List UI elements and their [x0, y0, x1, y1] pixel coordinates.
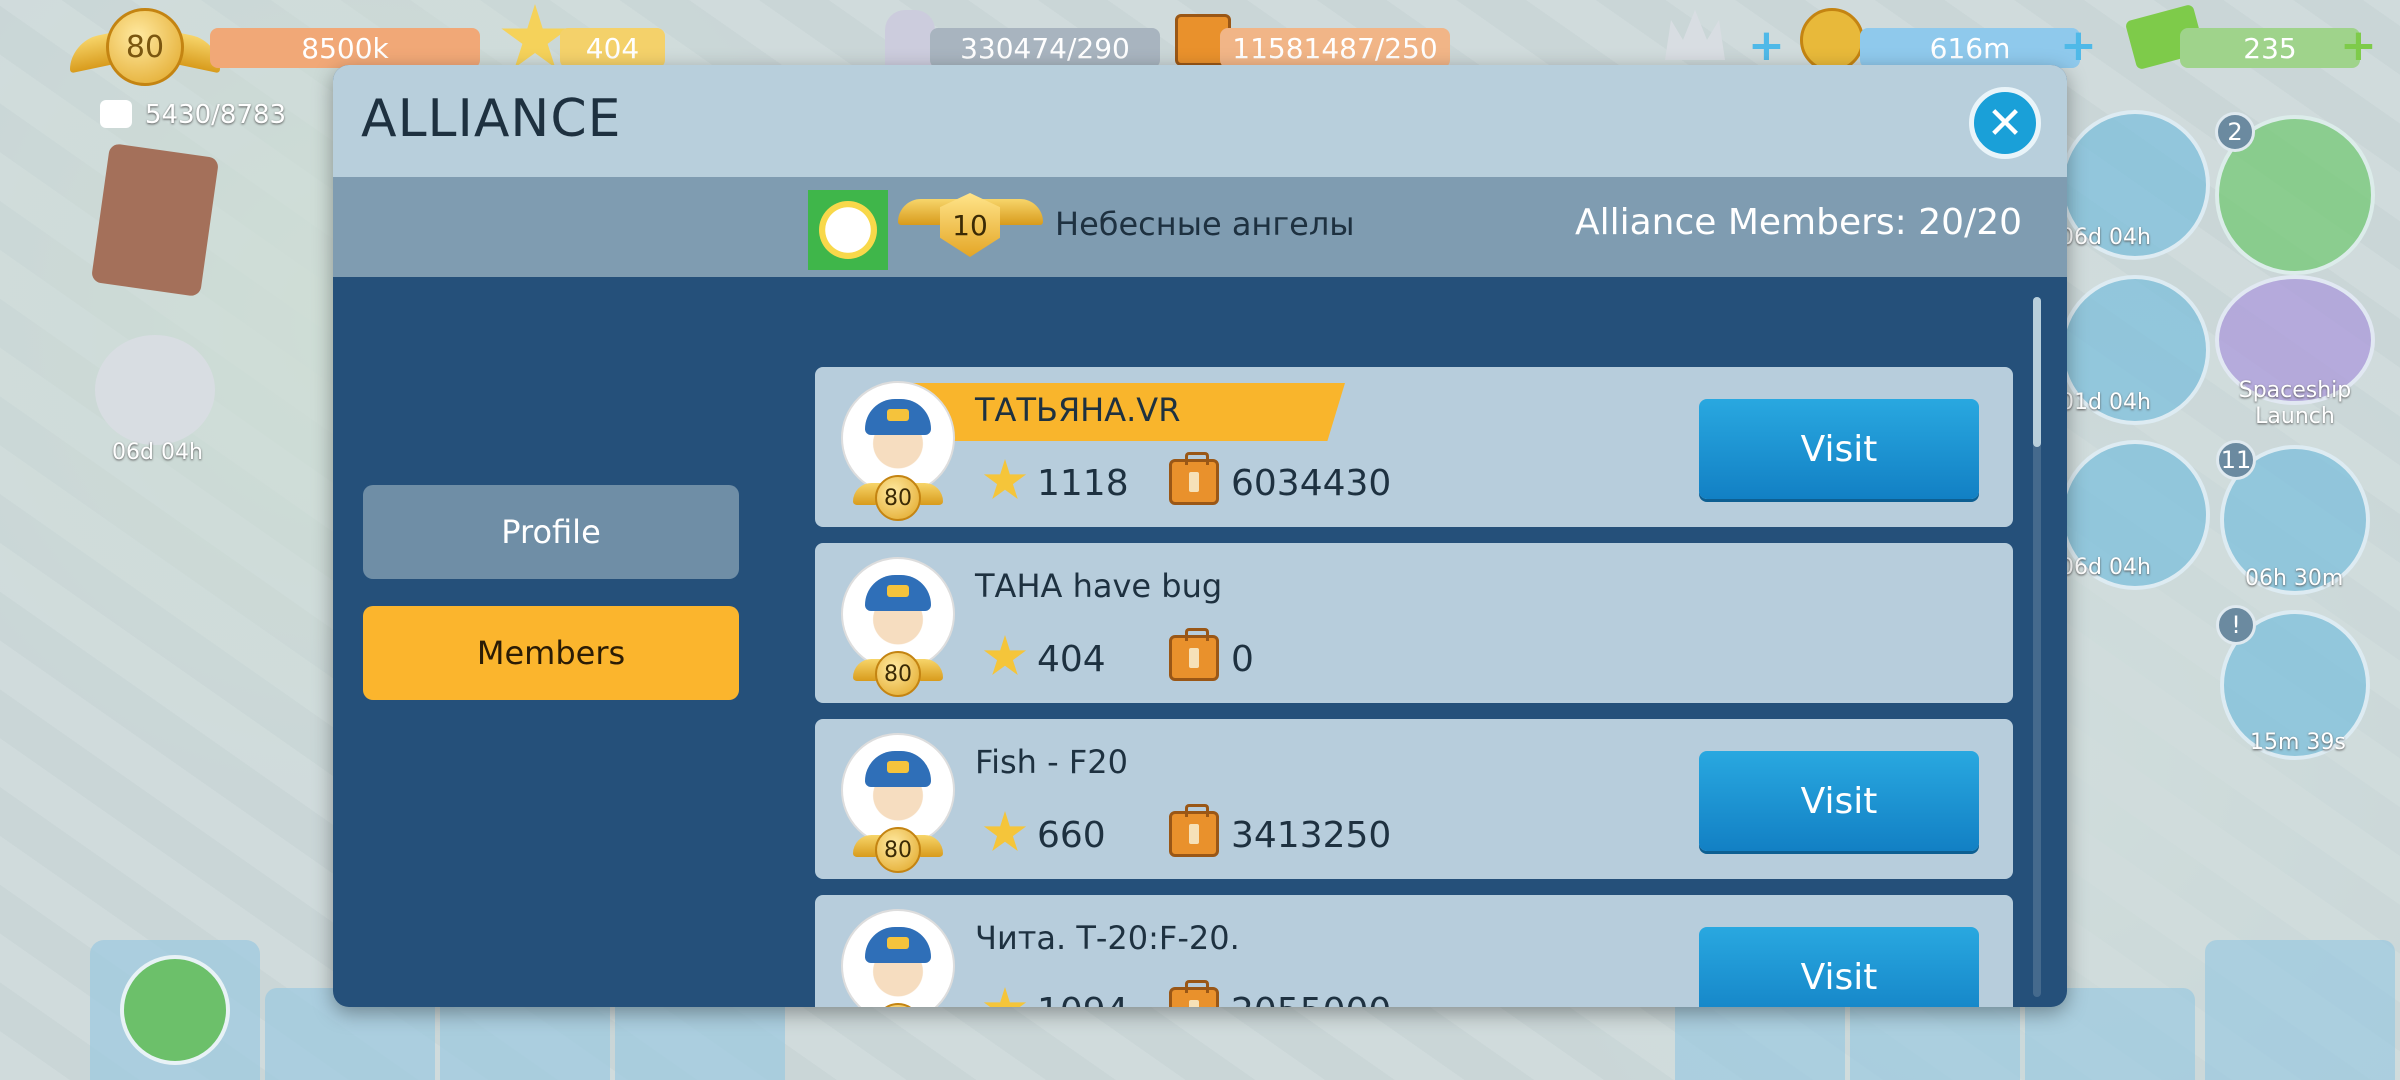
level-badge: 80	[853, 651, 943, 697]
member-level: 80	[875, 827, 921, 873]
cargo-icon	[1169, 452, 1219, 505]
level-badge: 80	[853, 1003, 943, 1007]
member-row: 80 ТАТЬЯНА.VR 1118 6034430 Visit	[815, 367, 2013, 527]
alliance-info-bar: 10 Небесные ангелы Alliance Members: 20/…	[333, 177, 2067, 277]
player-level-badge[interactable]: 80	[70, 6, 220, 88]
money-counter: 8500k	[210, 28, 480, 68]
star-icon	[983, 635, 1027, 676]
coin-icon	[1800, 8, 1864, 72]
member-level: 80	[875, 1003, 921, 1007]
avatar: 80	[837, 733, 957, 873]
sun-icon	[819, 201, 877, 259]
members-list[interactable]: 80 ТАТЬЯНА.VR 1118 6034430 Visit 80 ТАНА…	[815, 302, 2013, 1007]
member-row: 80 Fish - F20 660 3413250 Visit	[815, 719, 2013, 879]
visit-button[interactable]: Visit	[1699, 399, 1979, 499]
world-map-button[interactable]	[90, 940, 260, 1080]
alliance-level-badge: 10	[898, 189, 1043, 265]
members-scrollbar[interactable]	[2033, 297, 2041, 997]
building-timer-1: 06d 04h	[2060, 225, 2151, 250]
radar-count-badge: 11	[2216, 440, 2256, 480]
close-button[interactable]: ✕	[1969, 87, 2041, 159]
star-icon	[983, 987, 1027, 1007]
member-level: 80	[875, 651, 921, 697]
member-cargo: 2055000	[1231, 991, 1391, 1007]
dialog-title: ALLIANCE	[361, 89, 622, 149]
population-icon	[100, 100, 132, 128]
fuel-icon	[885, 10, 935, 70]
dialog-header: ALLIANCE ✕	[333, 65, 2067, 177]
visit-button[interactable]: Visit	[1699, 927, 1979, 1007]
scroll-thumb[interactable]	[2033, 297, 2041, 447]
cargo-counter: 11581487/250	[1220, 28, 1450, 68]
building-timer-2: 01d 04h	[2060, 390, 2151, 415]
cargo-icon	[1169, 980, 1219, 1007]
notebook-icon[interactable]	[90, 143, 220, 297]
cargo-icon	[1169, 804, 1219, 857]
member-cargo: 6034430	[1231, 463, 1392, 504]
alert-badge: !	[2216, 605, 2256, 645]
avatar: 80	[837, 557, 957, 697]
member-stars: 404	[1037, 639, 1106, 680]
speed-timer: 15m 39s	[2250, 730, 2346, 755]
ticket-timer: 06d 04h	[2060, 555, 2151, 580]
player-level: 80	[106, 8, 184, 86]
population-counter: 5430/8783	[145, 100, 287, 130]
member-name: ТАТЬЯНА.VR	[975, 391, 1181, 429]
video-timer: 06d 04h	[112, 440, 203, 465]
fuel-counter: 330474/290	[930, 28, 1160, 68]
cash-counter: 235	[2180, 28, 2360, 68]
visit-button[interactable]: Visit	[1699, 751, 1979, 851]
member-row: 80 ТАНА have bug 404 0	[815, 543, 2013, 703]
members-count: Alliance Members: 20/20	[1574, 202, 2022, 243]
avatar: 80	[837, 381, 957, 521]
alliance-dialog: ALLIANCE ✕ 10 Небесные ангелы Alliance M…	[333, 65, 2067, 1007]
tab-members[interactable]: Members	[363, 606, 739, 700]
member-row: 80 Чита. Т-20:F-20. 1094 2055000 Visit	[815, 895, 2013, 1007]
video-reward-icon[interactable]	[95, 335, 215, 445]
member-cargo: 3413250	[1231, 815, 1392, 856]
member-stars: 1094	[1037, 991, 1129, 1007]
member-stars: 660	[1037, 815, 1106, 856]
add-cash-button[interactable]: +	[2340, 24, 2377, 68]
add-crown-button[interactable]: +	[1748, 24, 1785, 68]
avatar: 80	[837, 909, 957, 1007]
hangar-button[interactable]	[2205, 940, 2395, 1080]
tower-count-badge: 2	[2215, 112, 2255, 152]
member-cargo: 0	[1231, 639, 1254, 680]
add-coins-button[interactable]: +	[2060, 24, 2097, 68]
member-level: 80	[875, 475, 921, 521]
member-stars: 1118	[1037, 463, 1129, 504]
member-name: Fish - F20	[975, 743, 1128, 781]
cargo-icon	[1169, 628, 1219, 681]
coins-counter: 616m	[1860, 28, 2080, 68]
level-badge: 80	[853, 827, 943, 873]
star-icon	[983, 459, 1027, 500]
radar-timer: 06h 30m	[2245, 566, 2344, 591]
member-name: ТАНА have bug	[975, 567, 1223, 605]
member-name: Чита. Т-20:F-20.	[975, 919, 1240, 957]
star-icon	[983, 811, 1027, 852]
alliance-emblem	[808, 190, 888, 270]
alliance-name: Небесные ангелы	[1055, 205, 1355, 243]
close-icon: ✕	[1986, 97, 2024, 149]
globe-icon	[120, 955, 230, 1065]
level-badge: 80	[853, 475, 943, 521]
spaceship-label: Spaceship Launch	[2238, 378, 2352, 429]
tab-profile[interactable]: Profile	[363, 485, 739, 579]
stars-counter: 404	[560, 28, 665, 68]
